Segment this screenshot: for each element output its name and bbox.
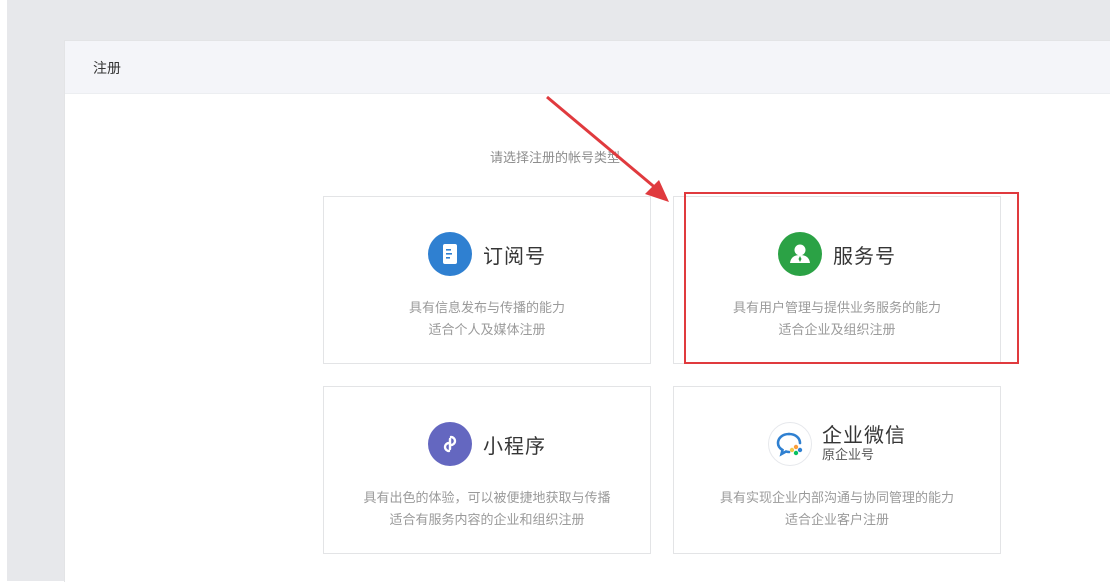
link-icon <box>428 422 472 466</box>
page-left-margin <box>0 0 7 581</box>
card-mini-program[interactable]: 小程序 具有出色的体验，可以被便捷地获取与传播 适合有服务内容的企业和组织注册 <box>323 386 651 554</box>
card-audience: 适合企业客户注册 <box>784 513 889 528</box>
document-icon <box>428 232 472 276</box>
card-description: 具有出色的体验，可以被便捷地获取与传播 <box>363 491 611 506</box>
card-audience: 适合有服务内容的企业和组织注册 <box>389 513 585 528</box>
card-subscription-account[interactable]: 订阅号 具有信息发布与传播的能力 适合个人及媒体注册 <box>323 196 651 364</box>
card-wecom[interactable]: 企业微信 原企业号 具有实现企业内部沟通与协同管理的能力 适合企业客户注册 <box>673 386 1001 554</box>
panel-header: 注册 <box>65 41 1110 94</box>
card-title: 企业微信 <box>822 423 906 447</box>
card-subtitle: 原企业号 <box>822 448 875 463</box>
panel-title: 注册 <box>93 61 121 77</box>
chat-bubble-icon <box>768 422 812 466</box>
account-type-prompt: 请选择注册的帐号类型 <box>489 151 620 166</box>
card-title: 小程序 <box>483 433 546 458</box>
highlight-box <box>684 192 1019 364</box>
card-description: 具有信息发布与传播的能力 <box>408 301 565 316</box>
card-description: 具有实现企业内部沟通与协同管理的能力 <box>719 491 954 506</box>
card-audience: 适合个人及媒体注册 <box>428 323 546 338</box>
card-title: 订阅号 <box>483 243 546 268</box>
